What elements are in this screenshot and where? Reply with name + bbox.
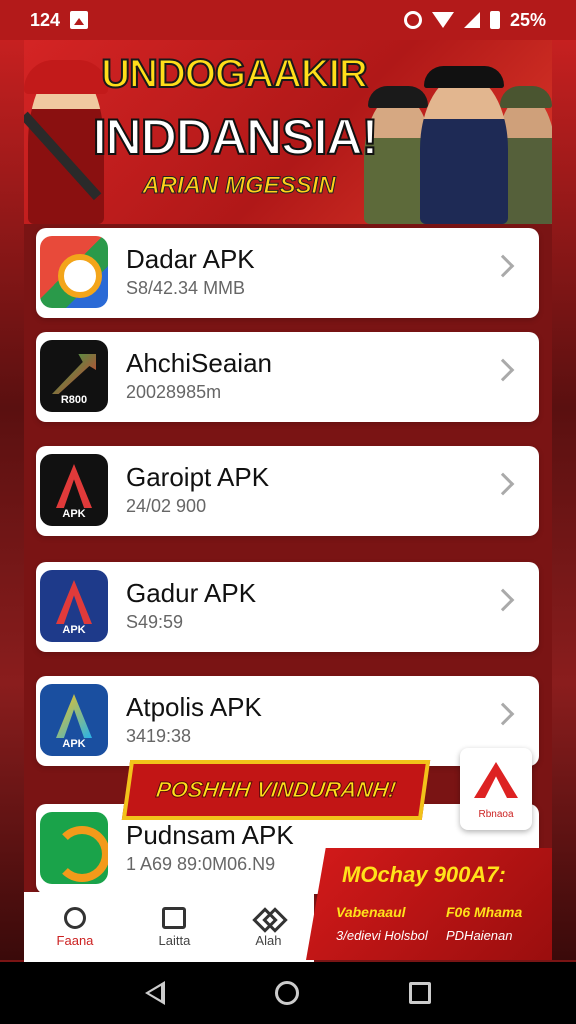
system-nav-bar (0, 962, 576, 1024)
app-name: Pudnsam APK (126, 820, 294, 850)
battery-percent: 25% (509, 9, 546, 30)
app-name: AhchiSeaian (126, 348, 272, 378)
list-item[interactable]: APK Garoipt APK 24/02 900 (36, 446, 539, 536)
officer-figure-2 (420, 66, 508, 224)
side-app-shortcut[interactable]: Rbnaoa (460, 748, 532, 830)
apk-a-yellow-icon: APK (40, 684, 108, 756)
bottom-promo-text: F06 Mhama (446, 904, 523, 920)
green-arc-app-icon (40, 812, 108, 884)
red-arrow-app-icon: R800 (40, 340, 108, 412)
app-meta: 1 A69 89:0M06.N9 (126, 854, 276, 874)
status-time: 124 (30, 9, 61, 30)
colorful-g-app-icon (40, 236, 108, 308)
tab-label: Faana (56, 932, 94, 948)
bottom-promo-title: MOchay 900A7: (342, 862, 506, 887)
chevron-right-icon (491, 254, 515, 278)
status-bar: 124 25% (0, 0, 576, 40)
tab-label: Alah (255, 932, 282, 948)
red-a-logo-icon (474, 762, 518, 798)
back-icon[interactable] (145, 981, 165, 1005)
bottom-tab-bar: Faana Laitta Alah (24, 892, 314, 962)
tab-label: Laitta (158, 932, 191, 948)
bottom-promo-text: 3/edievi Holsbol (336, 928, 428, 943)
chevron-right-icon (491, 588, 515, 612)
record-icon (403, 11, 422, 29)
search-icon (63, 906, 86, 929)
list-item[interactable]: Dadar APK S8/42.34 MMB (36, 228, 539, 318)
banner-subtitle: ARIAN MGESSIN (142, 172, 336, 200)
tab-apps[interactable]: Laitta (158, 906, 191, 948)
app-meta: 3419:38 (126, 726, 192, 746)
app-meta: 24/02 900 (126, 496, 207, 516)
recents-icon[interactable] (409, 982, 431, 1004)
tab-home[interactable]: Faana (56, 906, 94, 948)
app-meta: S8/42.34 MMB (126, 278, 246, 298)
tab-puzzle[interactable]: Alah (255, 907, 281, 948)
list-item[interactable]: APK Gadur APK S49:59 (36, 562, 539, 652)
apk-a-black-icon: APK (40, 454, 108, 526)
app-meta: 20028985m (126, 382, 222, 402)
apps-icon (162, 906, 187, 929)
notification-image-icon (70, 11, 89, 29)
banner-title-line2: INDDANSIA! (92, 108, 379, 166)
chevron-right-icon (491, 702, 515, 726)
signal-icon (463, 12, 480, 28)
battery-icon (489, 11, 500, 29)
puzzle-icon (256, 907, 280, 929)
app-name: Gadur APK (126, 578, 257, 608)
apk-a-blue-icon: APK (40, 570, 108, 642)
promo-ribbon-text: POSHHH VINDURANH! (154, 777, 398, 803)
hero-banner[interactable]: UNDOGAAKIR INDDANSIA! ARIAN MGESSIN (24, 40, 552, 224)
app-name: Dadar APK (126, 244, 255, 274)
bottom-promo-text: Vabenaaul (336, 904, 406, 920)
list-item[interactable]: R800 AhchiSeaian 20028985m (36, 332, 539, 422)
wifi-icon (431, 12, 454, 28)
side-app-label: Rbnaoa (478, 809, 514, 820)
app-name: Garoipt APK (126, 462, 270, 492)
chevron-right-icon (491, 358, 515, 382)
background-right (552, 40, 576, 960)
app-meta: S49:59 (126, 612, 184, 632)
bottom-promo-text: PDHaienan (446, 928, 513, 943)
chevron-right-icon (491, 472, 515, 496)
promo-ribbon[interactable]: POSHHH VINDURANH! (121, 760, 431, 820)
background-left (0, 40, 24, 960)
home-icon[interactable] (275, 981, 299, 1005)
banner-title-line1: UNDOGAAKIR (100, 51, 369, 97)
app-name: Atpolis APK (126, 692, 262, 722)
bottom-promo-banner[interactable]: MOchay 900A7: Vabenaaul F06 Mhama 3/edie… (306, 848, 552, 960)
